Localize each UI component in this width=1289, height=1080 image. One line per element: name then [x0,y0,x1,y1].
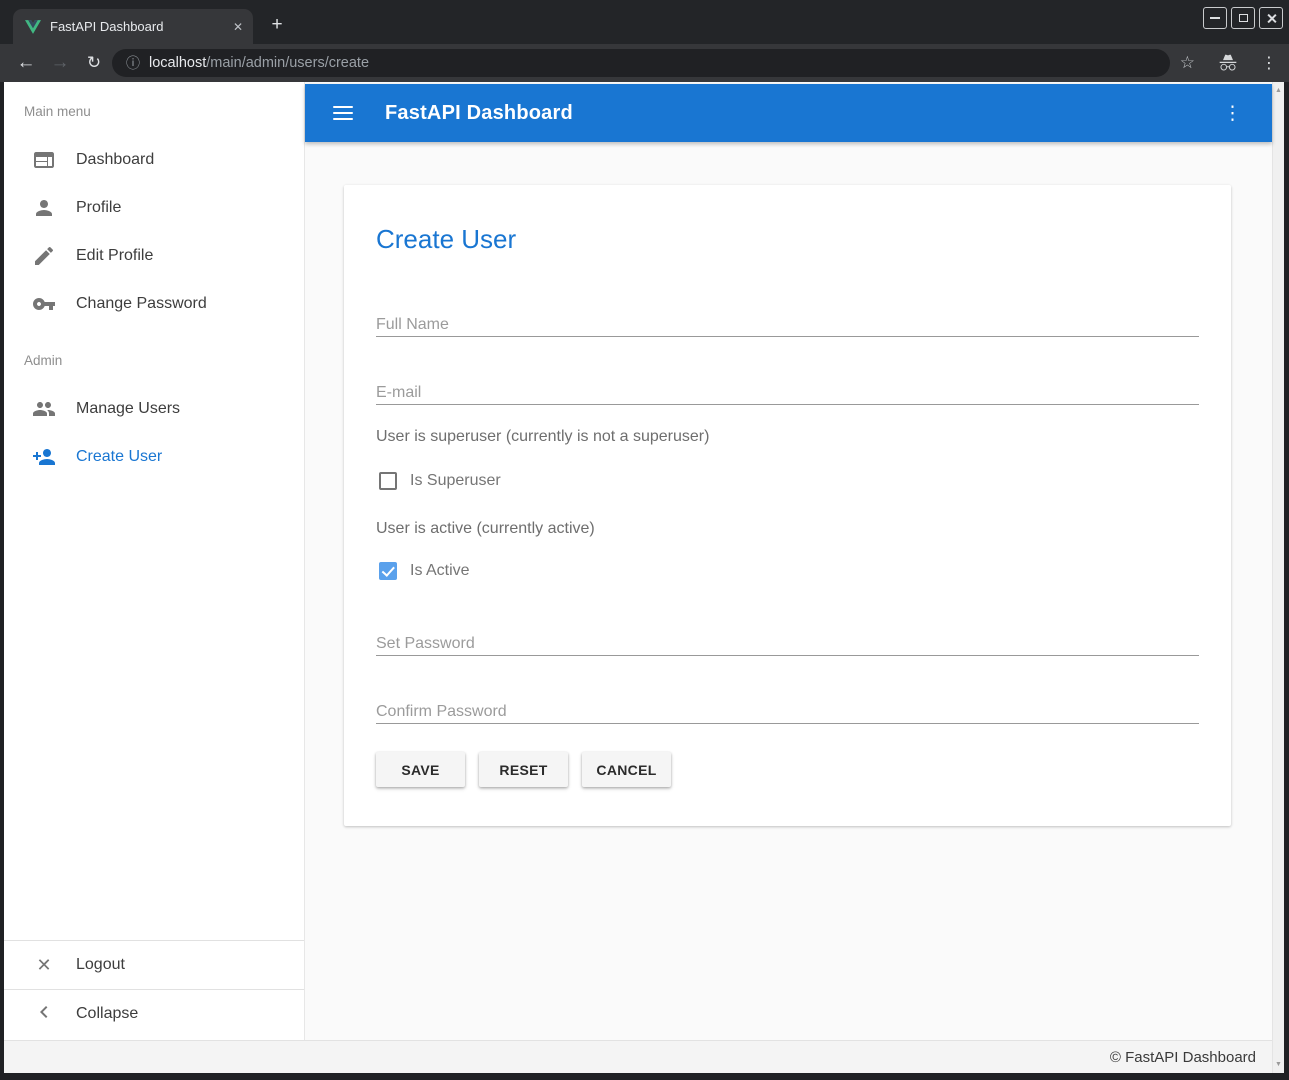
sidebar-item-change-password[interactable]: Change Password [4,280,304,328]
url-host: localhost [149,55,206,71]
is-superuser-checkbox[interactable]: Is Superuser [376,469,1199,493]
superuser-hint: User is superuser (currently is not a su… [376,429,1199,445]
confirm-password-input[interactable] [376,700,1199,724]
app-bar-kebab-icon[interactable]: ⋮ [1223,102,1242,125]
sidebar-item-label: Manage Users [76,400,180,418]
active-hint: User is active (currently active) [376,521,1199,537]
page-scrollbar[interactable]: ▲ ▼ [1272,82,1284,1073]
browser-menu-kebab-icon[interactable]: ⋮ [1261,53,1277,73]
tab-title: FastAPI Dashboard [50,19,224,34]
scrollbar-down-icon[interactable]: ▼ [1273,1061,1284,1068]
browser-toolbar: ← → ↻ ⓘ localhost/main/admin/users/creat… [0,44,1289,82]
reset-button[interactable]: RESET [479,752,568,787]
checkbox-label: Is Active [410,562,470,580]
set-password-field-wrap [376,632,1199,656]
create-user-card: Create User User is superuser (currently… [344,185,1231,826]
set-password-input[interactable] [376,632,1199,656]
site-info-icon[interactable]: ⓘ [126,53,140,73]
vue-logo-icon [25,20,41,34]
sidebar-item-logout[interactable]: ✕ Logout [4,941,304,989]
full-name-field-wrap [376,313,1199,337]
sidebar-item-label: Change Password [76,295,207,313]
sidebar-item-manage-users[interactable]: Manage Users [4,385,304,433]
url-text: localhost/main/admin/users/create [149,55,369,71]
sidebar: Main menu Dashboard Profile Edit Profile [4,82,305,1040]
email-field-wrap [376,381,1199,405]
dashboard-icon [32,148,56,172]
incognito-icon [1217,53,1239,73]
people-icon [32,397,56,421]
page-footer: © FastAPI Dashboard [4,1040,1272,1073]
sidebar-item-label: Create User [76,448,162,466]
page-title: Create User [376,185,1199,253]
sidebar-item-dashboard[interactable]: Dashboard [4,136,304,184]
window-maximize-button[interactable] [1231,7,1255,29]
checkbox-label: Is Superuser [410,472,501,490]
url-path: /main/admin/users/create [206,55,369,71]
sidebar-item-label: Dashboard [76,151,154,169]
forward-button[interactable]: → [46,52,74,74]
sidebar-item-label: Profile [76,199,121,217]
maximize-icon [1239,14,1248,22]
sidebar-item-edit-profile[interactable]: Edit Profile [4,232,304,280]
person-add-icon [32,445,56,469]
browser-tab-strip: FastAPI Dashboard ✕ + [0,0,1289,44]
sidebar-section-main-menu: Main menu [24,104,304,122]
window-close-button[interactable] [1259,7,1283,29]
copyright-text: © FastAPI Dashboard [1110,1049,1256,1066]
checkbox-checked-icon[interactable] [379,562,397,580]
pencil-icon [32,244,56,268]
sidebar-item-profile[interactable]: Profile [4,184,304,232]
cancel-button[interactable]: CANCEL [582,752,671,787]
window-controls [1203,7,1283,29]
browser-tab[interactable]: FastAPI Dashboard ✕ [13,9,253,44]
toolbar-right-icons: ☆ ⋮ [1180,44,1277,82]
app-bar: FastAPI Dashboard ⋮ [305,84,1272,142]
full-name-input[interactable] [376,313,1199,337]
tab-close-icon[interactable]: ✕ [233,21,243,33]
sidebar-item-label: Logout [76,956,125,974]
main-content: Create User User is superuser (currently… [305,142,1272,1040]
sidebar-bottom: ✕ Logout Collapse [4,940,304,1038]
checkbox-unchecked-icon[interactable] [379,472,397,490]
is-active-checkbox[interactable]: Is Active [376,559,1199,583]
close-icon [1266,13,1277,24]
minimize-icon [1210,17,1220,19]
form-actions: SAVE RESET CANCEL [376,752,1199,787]
page-viewport: Main menu Dashboard Profile Edit Profile [4,82,1284,1073]
key-icon [32,292,56,316]
save-button[interactable]: SAVE [376,752,465,787]
sidebar-section-admin: Admin [24,353,304,371]
sidebar-item-collapse[interactable]: Collapse [4,990,304,1038]
reload-button[interactable]: ↻ [80,53,108,73]
logout-x-icon: ✕ [32,955,56,976]
person-icon [32,196,56,220]
email-input[interactable] [376,381,1199,405]
sidebar-item-create-user[interactable]: Create User [4,433,304,481]
scrollbar-up-icon[interactable]: ▲ [1273,87,1284,94]
app-bar-title: FastAPI Dashboard [385,102,573,125]
new-tab-button[interactable]: + [264,12,290,38]
sidebar-item-label: Collapse [76,1005,138,1023]
back-button[interactable]: ← [12,52,40,74]
confirm-password-field-wrap [376,700,1199,724]
sidebar-item-label: Edit Profile [76,247,153,265]
bookmark-star-icon[interactable]: ☆ [1180,53,1195,73]
chevron-left-icon [32,1000,56,1029]
hamburger-menu-icon[interactable] [333,106,353,120]
browser-window: FastAPI Dashboard ✕ + ← → ↻ ⓘ localhost/… [0,0,1289,1080]
window-minimize-button[interactable] [1203,7,1227,29]
address-bar[interactable]: ⓘ localhost/main/admin/users/create [112,49,1170,77]
